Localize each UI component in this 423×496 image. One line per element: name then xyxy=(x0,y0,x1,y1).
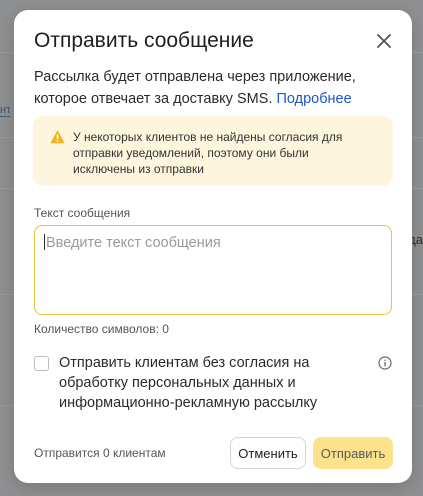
warning-text: У некоторых клиентов не найдены согласия… xyxy=(73,130,343,176)
warning-banner: У некоторых клиентов не найдены согласия… xyxy=(33,116,393,186)
dialog-title: Отправить сообщение xyxy=(34,29,254,52)
consent-checkbox-label[interactable]: Отправить клиентам без согласия на обраб… xyxy=(59,353,359,413)
background-link: нт xyxy=(0,104,10,117)
text-caret xyxy=(44,234,45,250)
character-counter: Количество символов: 0 xyxy=(34,322,169,336)
dialog-description: Рассылка будет отправлена через приложен… xyxy=(34,66,384,110)
send-message-dialog: Отправить сообщение Рассылка будет отпра… xyxy=(14,10,412,483)
more-info-link[interactable]: Подробнее xyxy=(276,91,351,107)
cancel-button[interactable]: Отменить xyxy=(230,437,306,469)
message-field-label: Текст сообщения xyxy=(34,206,131,220)
recipients-count: Отправится 0 клиентам xyxy=(34,446,166,460)
consent-checkbox[interactable] xyxy=(34,356,49,371)
send-button[interactable]: Отправить xyxy=(313,437,393,469)
info-icon[interactable] xyxy=(378,356,392,370)
close-icon[interactable] xyxy=(374,31,394,51)
message-textarea[interactable]: Введите текст сообщения xyxy=(34,225,392,315)
warning-triangle-icon xyxy=(50,130,65,144)
message-placeholder: Введите текст сообщения xyxy=(46,235,221,251)
